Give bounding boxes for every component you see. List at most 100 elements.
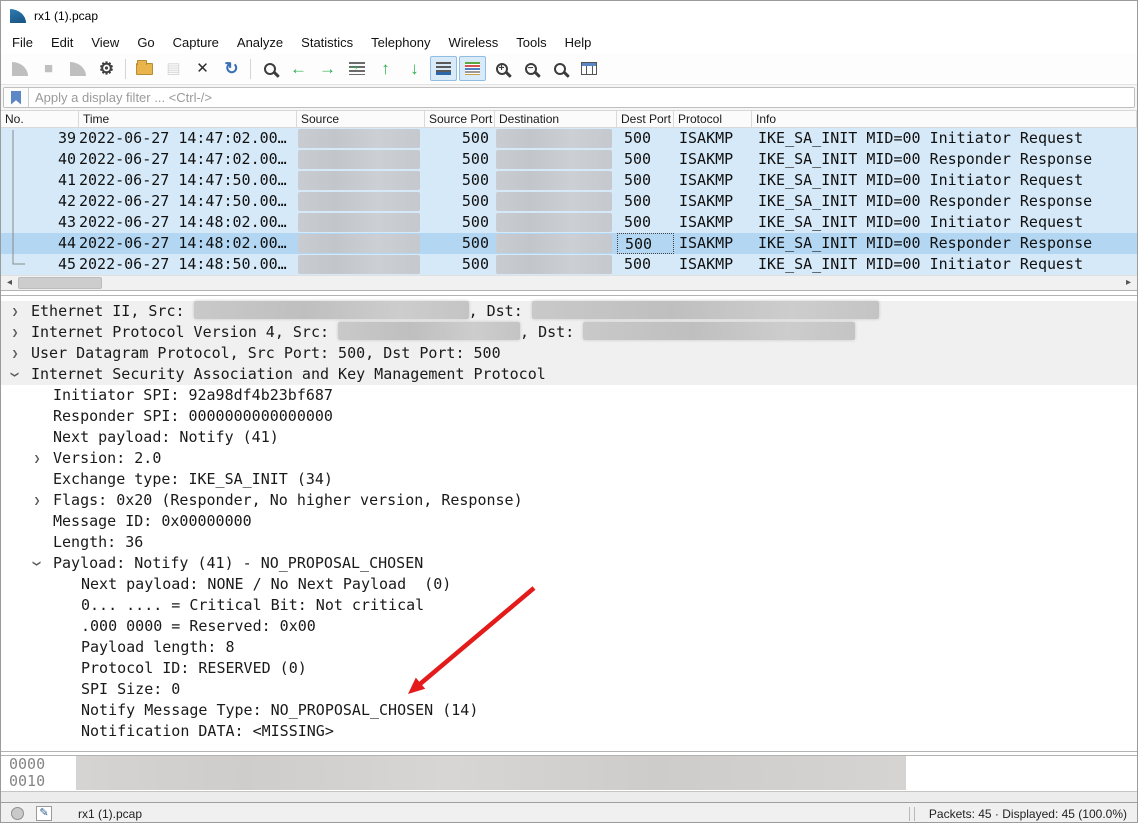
redacted-destination [496,192,612,211]
find-packet-button[interactable] [256,56,283,81]
packet-row-45[interactable]: 452022-06-27 14:48:50.00…500500ISAKMPIKE… [1,254,1137,275]
stop-capture-button[interactable]: ■ [35,56,62,81]
menu-tools[interactable]: Tools [507,33,555,52]
cell-source [297,128,425,149]
cell-info: IKE_SA_INIT MID=00 Responder Response [752,149,1137,170]
packet-row-42[interactable]: 422022-06-27 14:47:50.00…500500ISAKMPIKE… [1,191,1137,212]
detail-row[interactable]: Next payload: Notify (41) [1,427,1137,448]
scroll-left-arrow-icon[interactable]: ◂ [1,276,18,290]
packet-row-44[interactable]: 442022-06-27 14:48:02.00…500500ISAKMPIKE… [1,233,1137,254]
bookmark-icon [11,91,21,105]
resize-columns-button[interactable] [575,56,602,81]
detail-row[interactable]: Initiator SPI: 92a98df4b23bf687 [1,385,1137,406]
detail-row[interactable]: Message ID: 0x00000000 [1,511,1137,532]
go-to-bottom-button[interactable]: ↓ [401,56,428,81]
detail-text: Payload length: 8 [81,637,235,658]
menu-file[interactable]: File [3,33,42,52]
auto-scroll-button[interactable] [430,56,457,81]
filter-bookmark-button[interactable] [4,88,29,107]
expander-closed-icon[interactable]: ❯ [9,343,21,364]
zoom-normal-button[interactable] [546,56,573,81]
menu-wireless[interactable]: Wireless [439,33,507,52]
expander-closed-icon[interactable]: ❯ [9,301,21,322]
menu-go[interactable]: Go [128,33,163,52]
column-header-dest-port[interactable]: Dest Port [617,111,674,127]
detail-row[interactable]: 0... .... = Critical Bit: Not critical [1,595,1137,616]
menu-telephony[interactable]: Telephony [362,33,439,52]
capture-options-button[interactable]: ⚙ [93,56,120,81]
capture-comment-icon[interactable]: ✎ [36,806,52,821]
redacted-source [298,150,420,169]
detail-row[interactable]: ❯User Datagram Protocol, Src Port: 500, … [1,343,1137,364]
status-separator [914,807,915,821]
menu-capture[interactable]: Capture [164,33,228,52]
expander-open-icon[interactable]: ❯ [5,369,26,381]
close-file-icon: ✕ [196,61,209,76]
open-file-button[interactable] [131,56,158,81]
go-to-top-button[interactable]: ↑ [372,56,399,81]
statusbar-divider [1,791,1137,803]
expander-open-icon[interactable]: ❯ [27,558,48,570]
column-header-destination[interactable]: Destination [495,111,617,127]
menu-help[interactable]: Help [556,33,601,52]
start-capture-button[interactable] [6,56,33,81]
detail-row[interactable]: .000 0000 = Reserved: 0x00 [1,616,1137,637]
title-bar: rx1 (1).pcap [1,1,1137,31]
menu-analyze[interactable]: Analyze [228,33,292,52]
main-toolbar: ■ ⚙ ▤ ✕ ↻ ←→ ↑↓ +− [1,53,1137,85]
packet-row-43[interactable]: 432022-06-27 14:48:02.00…500500ISAKMPIKE… [1,212,1137,233]
close-file-button[interactable]: ✕ [189,56,216,81]
column-header-time[interactable]: Time [79,111,297,127]
column-header-info[interactable]: Info [752,111,1137,127]
detail-row[interactable]: Length: 36 [1,532,1137,553]
display-filter-input[interactable] [29,88,1134,107]
detail-row[interactable]: Payload length: 8 [1,637,1137,658]
reload-file-button[interactable]: ↻ [218,56,245,81]
expert-info-icon[interactable] [11,807,24,820]
column-header-protocol[interactable]: Protocol [674,111,752,127]
zoom-out-button[interactable]: − [517,56,544,81]
column-header-source-port[interactable]: Source Port [425,111,495,127]
detail-row[interactable]: Notification DATA: <MISSING> [1,721,1137,742]
expander-closed-icon[interactable]: ❯ [31,448,43,469]
expander-closed-icon[interactable]: ❯ [9,322,21,343]
detail-text: Ethernet II, Src: [31,301,194,322]
cell-time: 2022-06-27 14:47:02.00… [79,128,297,149]
zoom-in-button[interactable]: + [488,56,515,81]
colorize-button[interactable] [459,56,486,81]
zoom-in-icon: + [496,63,508,75]
column-header-source[interactable]: Source [297,111,425,127]
detail-row[interactable]: Exchange type: IKE_SA_INIT (34) [1,469,1137,490]
packet-row-40[interactable]: 402022-06-27 14:47:02.00…500500ISAKMPIKE… [1,149,1137,170]
expander-closed-icon[interactable]: ❯ [31,490,43,511]
detail-row[interactable]: ❯Ethernet II, Src: , Dst: [1,301,1137,322]
cell-source-port: 500 [425,149,495,170]
detail-row[interactable]: ❯Flags: 0x20 (Responder, No higher versi… [1,490,1137,511]
packet-row-39[interactable]: 392022-06-27 14:47:02.00…500500ISAKMPIKE… [1,128,1137,149]
detail-row[interactable]: SPI Size: 0 [1,679,1137,700]
detail-row[interactable]: ❯Payload: Notify (41) - NO_PROPOSAL_CHOS… [1,553,1137,574]
menu-edit[interactable]: Edit [42,33,82,52]
packet-row-41[interactable]: 412022-06-27 14:47:50.00…500500ISAKMPIKE… [1,170,1137,191]
detail-row[interactable]: ❯Internet Security Association and Key M… [1,364,1137,385]
go-to-packet-button[interactable] [343,56,370,81]
go-forward-button[interactable]: → [314,56,341,81]
detail-row[interactable]: ❯Internet Protocol Version 4, Src: , Dst… [1,322,1137,343]
detail-row[interactable]: Notify Message Type: NO_PROPOSAL_CHOSEN … [1,700,1137,721]
cell-info: IKE_SA_INIT MID=00 Initiator Request [752,170,1137,191]
go-back-button[interactable]: ← [285,56,312,81]
column-header-no[interactable]: No. [1,111,79,127]
packet-list-hscrollbar[interactable]: ◂ ▸ [1,275,1137,290]
menu-statistics[interactable]: Statistics [292,33,362,52]
detail-row[interactable]: Protocol ID: RESERVED (0) [1,658,1137,679]
detail-row[interactable]: Next payload: NONE / No Next Payload (0) [1,574,1137,595]
detail-row[interactable]: Responder SPI: 0000000000000000 [1,406,1137,427]
detail-row[interactable]: ❯Version: 2.0 [1,448,1137,469]
menu-view[interactable]: View [82,33,128,52]
stop-capture-icon: ■ [44,61,53,76]
cell-time: 2022-06-27 14:48:50.00… [79,254,297,275]
save-file-button[interactable]: ▤ [160,56,187,81]
scroll-right-arrow-icon[interactable]: ▸ [1120,276,1137,290]
scrollbar-thumb[interactable] [18,277,102,289]
restart-capture-button[interactable] [64,56,91,81]
